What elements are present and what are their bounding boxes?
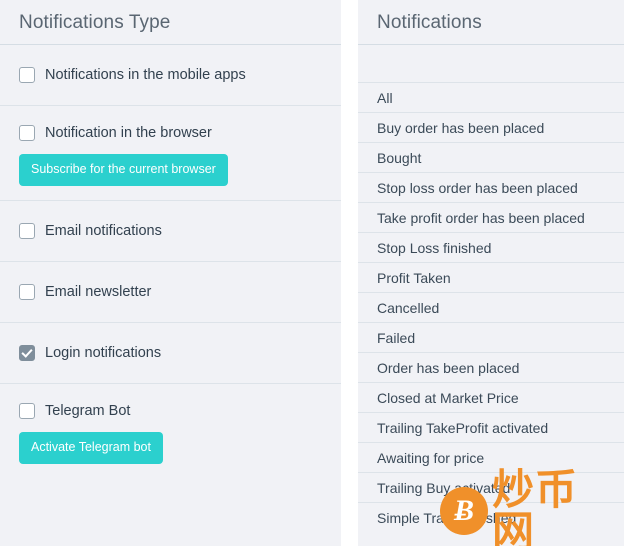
notifications-list-header: Notifications <box>358 0 624 45</box>
notification-list-item[interactable]: Simple Trade Finished <box>358 503 624 533</box>
option-label-telegram-bot: Telegram Bot <box>45 402 131 419</box>
option-row-login-notifications[interactable]: Login notifications <box>0 323 341 384</box>
notification-list-item[interactable]: Stop Loss finished <box>358 233 624 263</box>
checkbox-email-newsletter[interactable] <box>19 284 35 300</box>
option-row-mobile-apps[interactable]: Notifications in the mobile apps <box>0 45 341 106</box>
subscribe-browser-button[interactable]: Subscribe for the current browser <box>19 154 228 186</box>
notification-list-item[interactable]: Bought <box>358 143 624 173</box>
notification-list-item[interactable]: Trailing Buy activated <box>358 473 624 503</box>
notification-list-item[interactable]: All <box>358 83 624 113</box>
checkbox-mobile-apps[interactable] <box>19 67 35 83</box>
option-row-email-newsletter[interactable]: Email newsletter <box>0 262 341 323</box>
notifications-type-header: Notifications Type <box>0 0 341 45</box>
notification-list-item[interactable]: Take profit order has been placed <box>358 203 624 233</box>
notifications-type-panel: Notifications Type Notifications in the … <box>0 0 341 546</box>
notification-list-item[interactable]: Profit Taken <box>358 263 624 293</box>
notification-list-item[interactable]: Stop loss order has been placed <box>358 173 624 203</box>
checkbox-login-notifications[interactable] <box>19 345 35 361</box>
notifications-list-spacer <box>358 45 624 82</box>
notification-list-item[interactable]: Awaiting for price <box>358 443 624 473</box>
notification-list-item[interactable]: Trailing TakeProfit activated <box>358 413 624 443</box>
notification-list-item[interactable]: Buy order has been placed <box>358 113 624 143</box>
checkbox-browser[interactable] <box>19 125 35 141</box>
option-label-email-notifications: Email notifications <box>45 222 162 239</box>
page-title: Notifications Type <box>19 11 171 33</box>
notifications-title: Notifications <box>377 11 482 33</box>
activate-telegram-bot-button[interactable]: Activate Telegram bot <box>19 432 163 464</box>
notification-list-item[interactable]: Order has been placed <box>358 353 624 383</box>
option-row-email-notifications[interactable]: Email notifications <box>0 201 341 262</box>
notifications-list-panel: Notifications All Buy order has been plac… <box>358 0 624 546</box>
checkbox-email-notifications[interactable] <box>19 223 35 239</box>
option-label-mobile-apps: Notifications in the mobile apps <box>45 66 246 83</box>
notification-list-item[interactable]: Cancelled <box>358 293 624 323</box>
checkbox-telegram-bot[interactable] <box>19 403 35 419</box>
option-row-browser[interactable]: Notification in the browser Subscribe fo… <box>0 106 341 201</box>
option-label-browser: Notification in the browser <box>45 124 212 141</box>
notifications-settings-page: Notifications Type Notifications in the … <box>0 0 624 546</box>
option-label-login-notifications: Login notifications <box>45 344 162 361</box>
option-label-email-newsletter: Email newsletter <box>45 283 152 300</box>
option-row-telegram-bot[interactable]: Telegram Bot Activate Telegram bot <box>0 384 341 479</box>
notification-list-item[interactable]: Closed at Market Price <box>358 383 624 413</box>
notifications-list: All Buy order has been placed Bought Stop l… <box>358 82 624 533</box>
notification-list-item[interactable]: Failed <box>358 323 624 353</box>
